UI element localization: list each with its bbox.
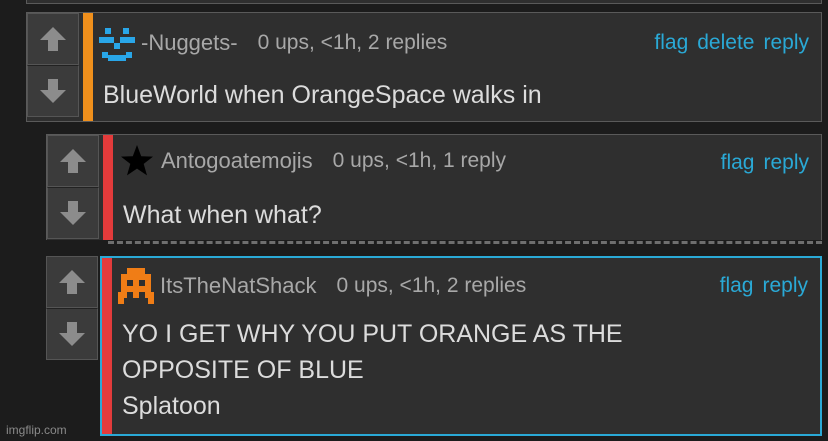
arrow-up-icon — [60, 149, 86, 173]
comment-actions: flag delete reply — [654, 31, 809, 55]
black-star-icon[interactable] — [119, 143, 155, 179]
arrow-down-icon — [60, 201, 86, 225]
comment-thread: -Nuggets- 0 ups, <1h, 2 replies flag del… — [0, 0, 828, 441]
comment-meta: -Nuggets- 0 ups, <1h, 2 replies — [99, 25, 447, 61]
reply-link[interactable]: reply — [763, 31, 809, 55]
orange-pixel-face-icon[interactable] — [118, 268, 154, 304]
comment-accent-bar — [102, 258, 112, 434]
comment-accent-bar — [103, 135, 113, 240]
comment-body: What when what? — [123, 201, 322, 229]
downvote-button[interactable] — [27, 65, 79, 117]
comment-actions: flag reply — [720, 274, 808, 298]
comment-antogoatemojis: Antogoatemojis 0 ups, <1h, 1 reply flag … — [46, 134, 822, 240]
upvote-button[interactable] — [46, 256, 98, 308]
comment-actions: flag reply — [721, 151, 809, 175]
arrow-down-icon — [59, 322, 85, 346]
comment-meta: Antogoatemojis 0 ups, <1h, 1 reply — [119, 143, 506, 179]
vote-controls — [47, 135, 99, 239]
blue-pixel-face-icon[interactable] — [99, 25, 135, 61]
arrow-down-icon — [40, 79, 66, 103]
comment-body: BlueWorld when OrangeSpace walks in — [103, 81, 542, 109]
arrow-up-icon — [40, 27, 66, 51]
comment-stats: 0 ups, <1h, 2 replies — [336, 274, 527, 297]
watermark: imgflip.com — [6, 423, 67, 437]
flag-link[interactable]: flag — [720, 274, 754, 298]
flag-link[interactable]: flag — [721, 151, 755, 175]
comment-nuggets: -Nuggets- 0 ups, <1h, 2 replies flag del… — [26, 12, 822, 122]
reply-link[interactable]: reply — [762, 274, 808, 298]
collapsed-divider — [108, 241, 822, 244]
downvote-button[interactable] — [46, 308, 98, 360]
username-link[interactable]: -Nuggets- — [141, 30, 238, 56]
previous-comment-edge — [26, 0, 822, 4]
comment-stats: 0 ups, <1h, 2 replies — [257, 31, 448, 54]
comment-stats: 0 ups, <1h, 1 reply — [332, 149, 507, 172]
arrow-up-icon — [59, 270, 85, 294]
delete-link[interactable]: delete — [697, 31, 754, 55]
comment-itsthenatshack: ItsTheNatShack 0 ups, <1h, 2 replies fla… — [100, 256, 822, 436]
flag-link[interactable]: flag — [654, 31, 688, 55]
comment-meta: ItsTheNatShack 0 ups, <1h, 2 replies — [118, 268, 526, 304]
username-link[interactable]: Antogoatemojis — [161, 148, 313, 174]
upvote-button[interactable] — [27, 13, 79, 65]
vote-controls — [46, 256, 98, 360]
downvote-button[interactable] — [47, 187, 99, 239]
comment-accent-bar — [83, 13, 93, 121]
upvote-button[interactable] — [47, 135, 99, 187]
comment-body: YO I GET WHY YOU PUT ORANGE AS THE OPPOS… — [122, 320, 623, 420]
reply-link[interactable]: reply — [763, 151, 809, 175]
vote-controls — [27, 13, 79, 117]
username-link[interactable]: ItsTheNatShack — [160, 273, 317, 299]
